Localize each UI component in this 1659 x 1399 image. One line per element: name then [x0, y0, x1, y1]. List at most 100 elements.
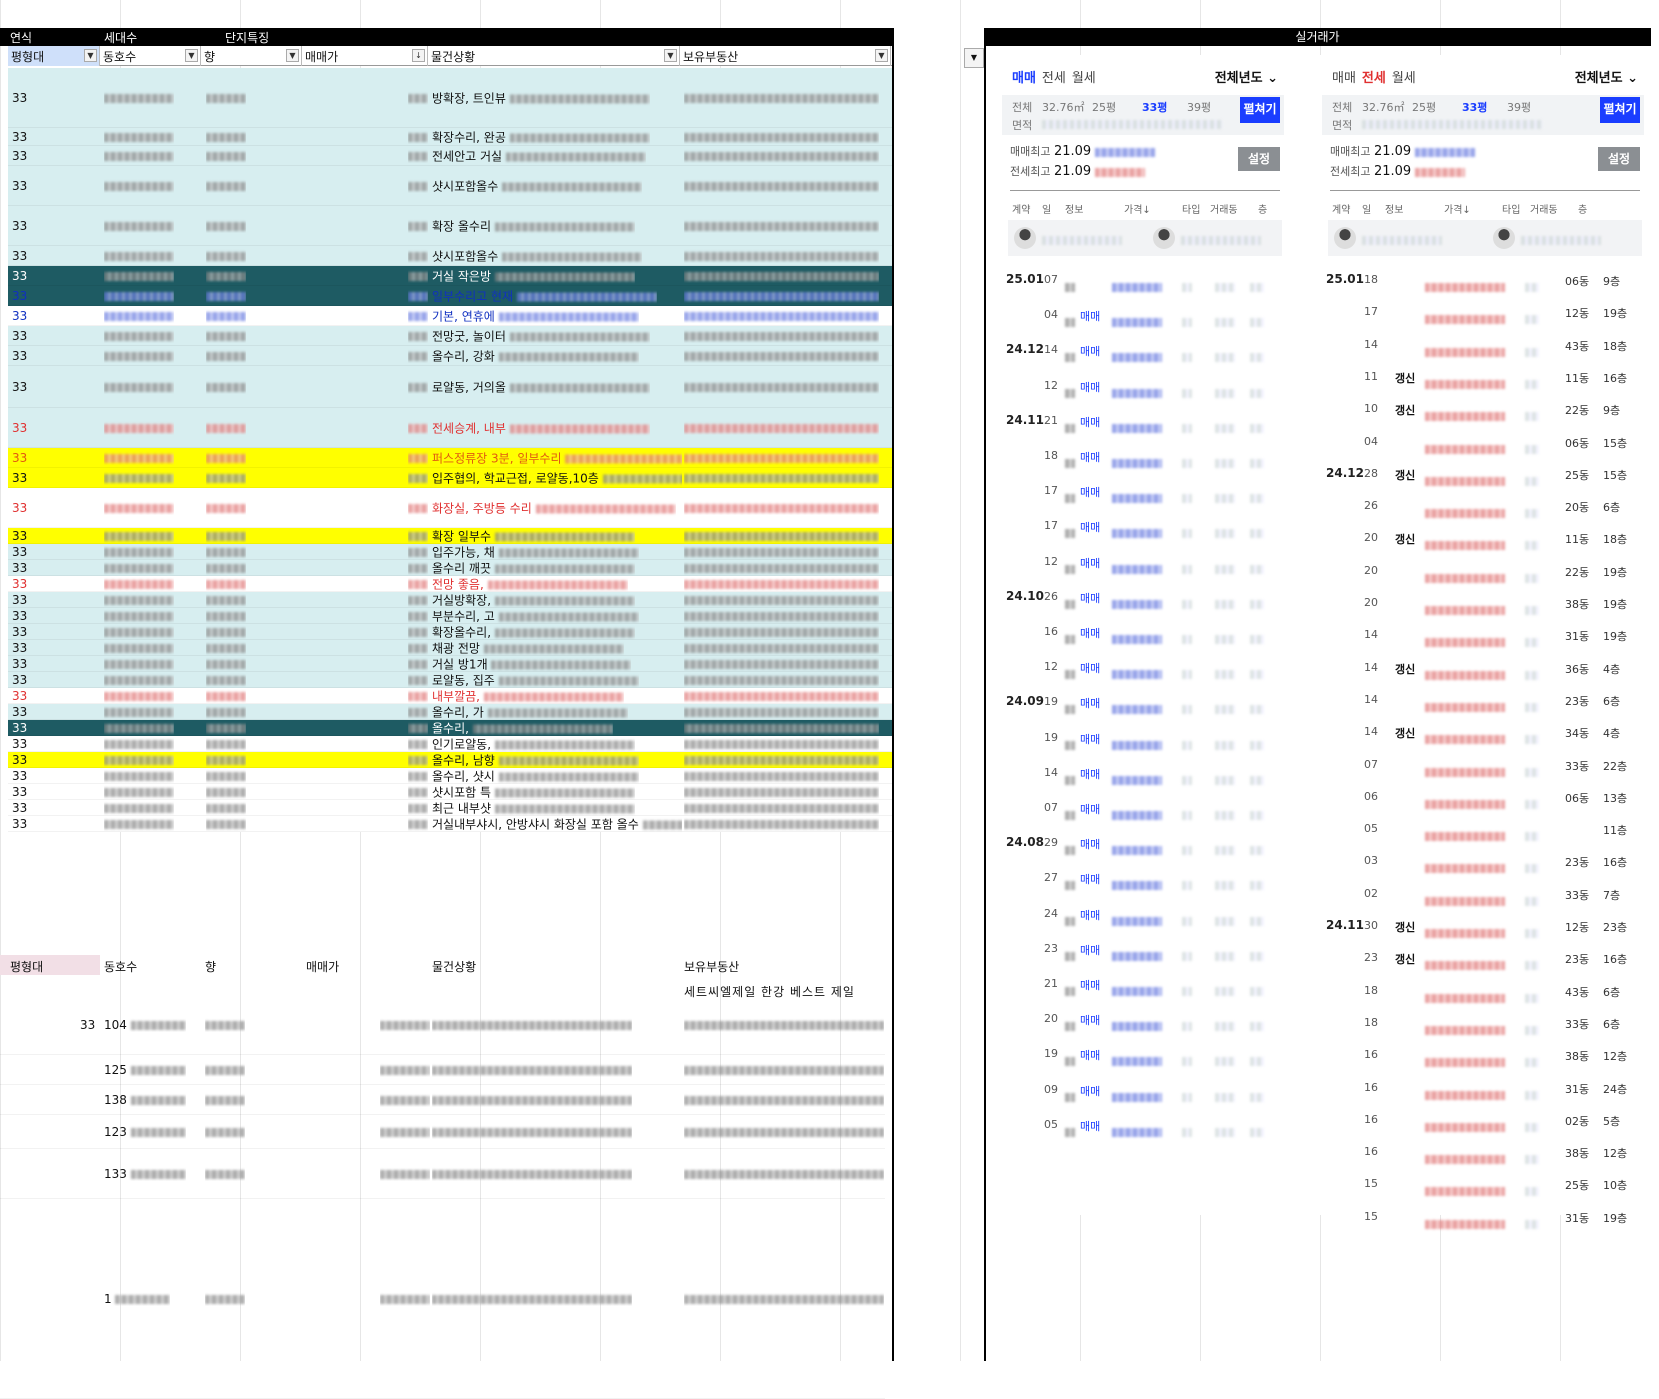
deal-row[interactable]: 14 매매	[1000, 758, 1290, 788]
cell-size[interactable]: 33	[12, 801, 27, 815]
cell-condition[interactable]: 인기로얄동,	[432, 735, 635, 752]
area-option[interactable]: 전체	[1332, 99, 1352, 115]
cell-size[interactable]: 33	[12, 641, 27, 655]
deal-row[interactable]: 20 매매	[1000, 1004, 1290, 1034]
deal-row[interactable]: 07 33동 22층	[1320, 750, 1650, 780]
area-option[interactable]: 33평	[1462, 99, 1487, 115]
cell-size[interactable]: 33	[12, 349, 27, 363]
area-option[interactable]: 32.76㎡	[1042, 99, 1085, 115]
bottom-table-row[interactable]: 125	[0, 1055, 885, 1085]
table-row[interactable]: 33 올수리 깨끗	[8, 560, 893, 576]
cell-size[interactable]: 33	[12, 309, 27, 323]
deal-row[interactable]: 20 22동 19층	[1320, 556, 1650, 586]
cell-condition[interactable]: 내부깔끔,	[432, 687, 624, 704]
table-row[interactable]: 33 올수리, 샷시	[8, 768, 893, 784]
cell-size[interactable]: 33	[12, 769, 27, 783]
cell-size[interactable]: 33	[12, 689, 27, 703]
cell-size[interactable]: 33	[12, 561, 27, 575]
cell-condition[interactable]: 전망 좋음,	[432, 575, 628, 592]
cell-size[interactable]: 33	[12, 179, 27, 193]
table-row[interactable]: 33 올수리,	[8, 720, 893, 736]
table-row[interactable]: 33 거실 방1개	[8, 656, 893, 672]
table-row[interactable]: 33 방확장, 트인뷰	[8, 68, 893, 128]
cell-size[interactable]: 33	[12, 593, 27, 607]
tab-1[interactable]: 전세	[1042, 71, 1066, 86]
deal-row[interactable]: 18 43동 6층	[1320, 976, 1650, 1006]
cell-size[interactable]: 33	[12, 289, 27, 303]
cell-condition[interactable]: 일부수리고 현재	[432, 287, 657, 304]
cell-condition[interactable]: 올수리,	[432, 719, 613, 736]
deal-col-header[interactable]: 계약	[1332, 201, 1350, 216]
deal-row[interactable]: 27 매매	[1000, 863, 1290, 893]
deal-row[interactable]: 14 43동 18층	[1320, 330, 1650, 360]
bottom-table-row[interactable]: 133	[0, 1149, 885, 1199]
cell-condition[interactable]: 로얄동, 집주	[432, 671, 639, 688]
expand-button[interactable]: 펼쳐기	[1600, 97, 1640, 123]
tab-0[interactable]: 매매	[1332, 71, 1356, 86]
deal-row[interactable]: 24.08 29 매매	[1000, 828, 1290, 858]
cell-size[interactable]: 33	[12, 705, 27, 719]
filter-col-size[interactable]: 평형대 ▼	[8, 46, 100, 66]
table-row[interactable]: 33 일부수리고 현재	[8, 286, 893, 306]
cell-size[interactable]: 33	[12, 269, 27, 283]
filter-dropdown-icon[interactable]: ▼	[185, 49, 198, 62]
deal-row[interactable]: 17 매매	[1000, 476, 1290, 506]
cell-condition[interactable]: 올수리, 남향	[432, 751, 639, 768]
year-select[interactable]: 전체년도 ⌄	[1575, 67, 1638, 86]
deal-col-header[interactable]: 일	[1042, 201, 1051, 216]
table-row[interactable]: 33 올수리, 남향	[8, 752, 893, 768]
deal-row[interactable]: 16 38동 12층	[1320, 1040, 1650, 1070]
table-row[interactable]: 33 로얄동, 거의올	[8, 366, 893, 408]
deal-col-header[interactable]: 정보	[1065, 201, 1083, 216]
cell-condition[interactable]: 샷시포함올수	[432, 177, 643, 194]
settings-button[interactable]: 설정	[1238, 147, 1280, 171]
table-row[interactable]: 33 샷시포함올수	[8, 246, 893, 266]
cell-condition[interactable]: 전망굿, 놀이터	[432, 327, 650, 344]
cell-condition[interactable]: 확장 일부수	[432, 527, 635, 544]
cell-condition[interactable]: 방확장, 트인뷰	[432, 89, 650, 106]
deal-row[interactable]: 16 02동 5층	[1320, 1105, 1650, 1135]
cell-condition[interactable]: 거실방확장,	[432, 591, 635, 608]
deal-row[interactable]: 25.01 18 06동 9층	[1320, 265, 1650, 295]
cell-condition[interactable]: 올수리, 가	[432, 703, 628, 720]
area-option[interactable]: 25평	[1092, 99, 1116, 115]
cell-size[interactable]: 33	[12, 380, 27, 394]
bottom-table-row[interactable]: 1	[0, 1199, 885, 1399]
table-row[interactable]: 33 화장실, 주방등 수리	[8, 488, 893, 528]
table-row[interactable]: 33 전망굿, 놀이터	[8, 326, 893, 346]
cell-condition[interactable]: 최근 내부샷	[432, 799, 635, 816]
cell-size[interactable]: 33	[12, 421, 27, 435]
table-row[interactable]: 33 거실내부샤시, 안방샤시 화장실 포함 올수	[8, 816, 893, 832]
deal-row[interactable]: 15 25동 10층	[1320, 1169, 1650, 1199]
cell-condition[interactable]: 올수리 깨끗	[432, 559, 635, 576]
cell-size[interactable]: 33	[12, 471, 27, 485]
deal-row[interactable]: 04 06동 15층	[1320, 427, 1650, 457]
cell-size[interactable]: 33	[12, 625, 27, 639]
deal-col-header[interactable]: 타입	[1182, 201, 1200, 216]
cell-condition[interactable]: 확장 올수리	[432, 217, 635, 234]
cell-condition[interactable]: 확장수리, 완공	[432, 128, 650, 145]
deal-row[interactable]: 10 갱신 22동 9층	[1320, 394, 1650, 424]
deal-row[interactable]: 14 23동 6층	[1320, 685, 1650, 715]
cell-size[interactable]: 33	[12, 609, 27, 623]
deal-row[interactable]: 12 매매	[1000, 652, 1290, 682]
cell-condition[interactable]: 거실 작은방	[432, 267, 635, 284]
table-row[interactable]: 33 거실 작은방	[8, 266, 893, 286]
cell-condition[interactable]: 입주가능, 채	[432, 543, 639, 560]
table-row[interactable]: 33 로얄동, 집주	[8, 672, 893, 688]
table-row[interactable]: 33 확장 일부수	[8, 528, 893, 544]
deal-row[interactable]: 25.01 07	[1000, 265, 1290, 295]
deal-row[interactable]: 24.12 28 갱신 25동 15층	[1320, 459, 1650, 489]
tab-2[interactable]: 월세	[1392, 71, 1416, 86]
cell-condition[interactable]: 입주협의, 학교근접, 로얄동,10층	[432, 469, 682, 486]
bottom-table-row[interactable]: 33 104	[0, 995, 885, 1055]
table-row[interactable]: 33 퍼스정류장 3분, 일부수리	[8, 448, 893, 468]
cell-size[interactable]: 33	[12, 545, 27, 559]
cell-size[interactable]: 33	[12, 577, 27, 591]
cell-condition[interactable]: 부분수리, 고	[432, 607, 639, 624]
area-option[interactable]: 39평	[1507, 99, 1531, 115]
deal-row[interactable]: 02 33동 7층	[1320, 879, 1650, 909]
deal-row[interactable]: 09 매매	[1000, 1075, 1290, 1105]
filter-dropdown-icon[interactable]: ▼	[286, 49, 299, 62]
deal-row[interactable]: 24.11 30 갱신 12동 23층	[1320, 911, 1650, 941]
